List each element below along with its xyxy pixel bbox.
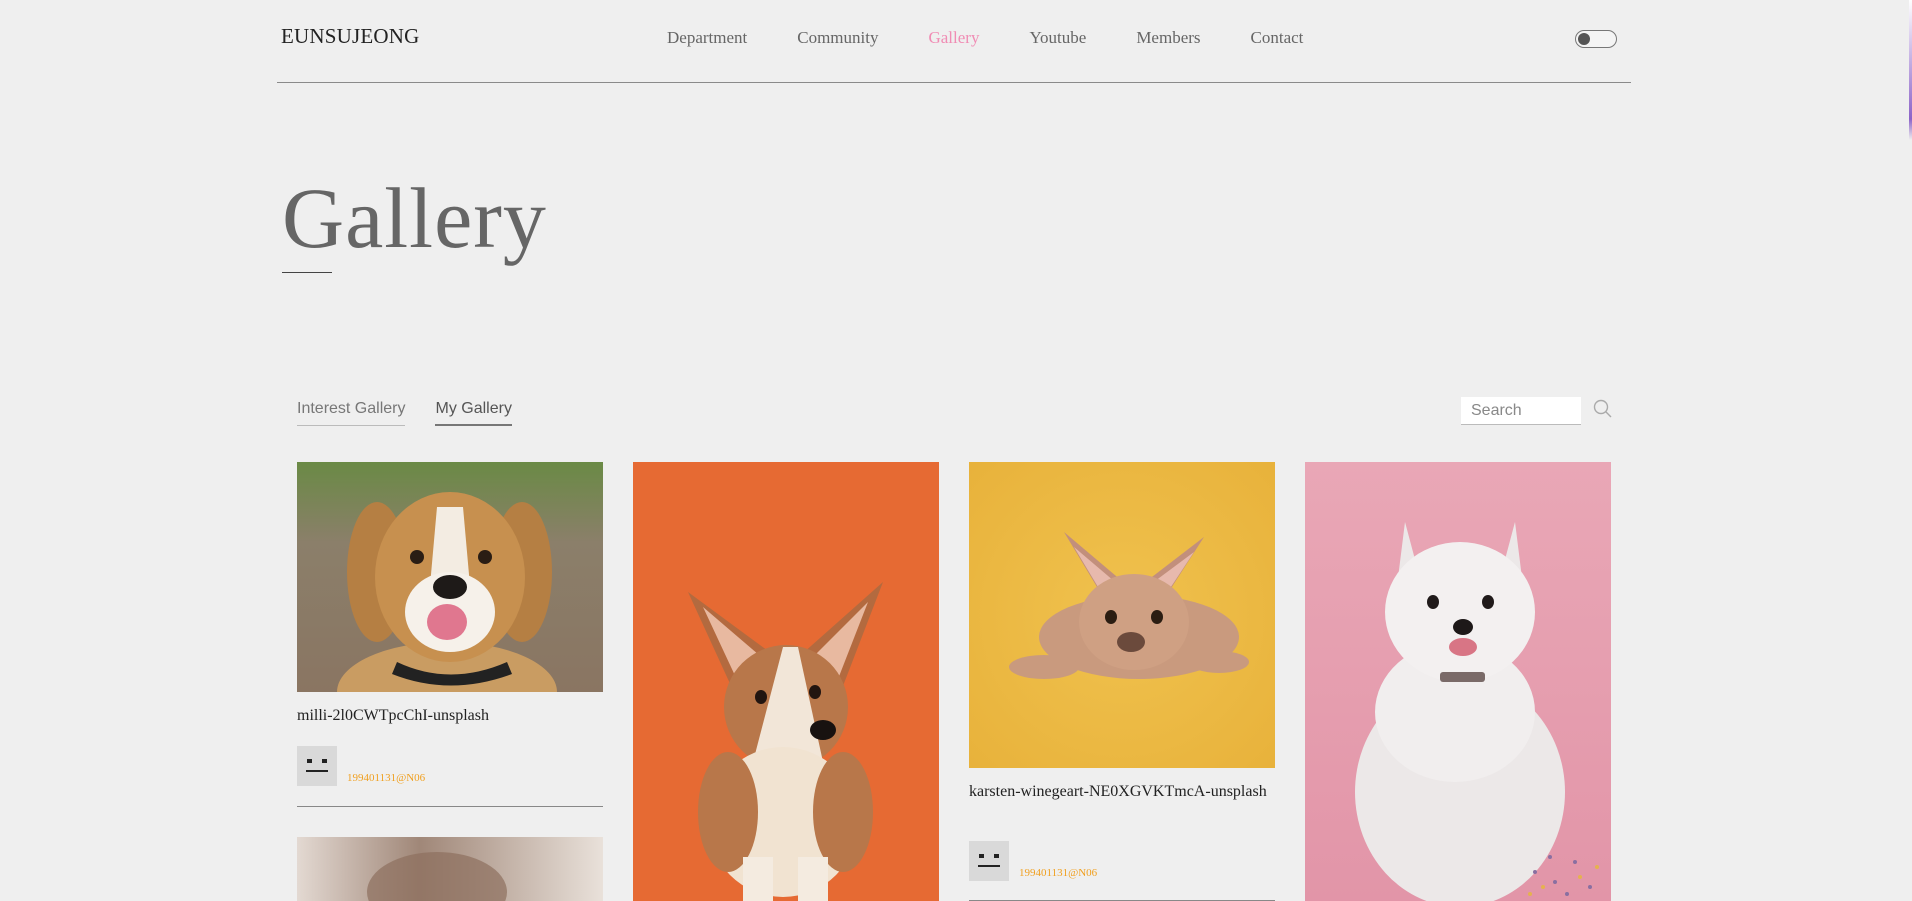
- site-header: EUNSUJEONG Department Community Gallery …: [277, 0, 1631, 83]
- avatar: [297, 746, 337, 786]
- nav-department[interactable]: Department: [667, 28, 747, 48]
- nav-community[interactable]: Community: [797, 28, 878, 48]
- toggle-knob: [1578, 33, 1590, 45]
- page-title: Gallery: [282, 170, 547, 266]
- nav-members[interactable]: Members: [1136, 28, 1200, 48]
- gallery-tabs: Interest Gallery My Gallery: [297, 400, 542, 426]
- nav-gallery[interactable]: Gallery: [928, 28, 979, 48]
- search-input[interactable]: [1461, 397, 1581, 425]
- gallery-photo[interactable]: [969, 462, 1275, 768]
- beagle-photo-icon: [297, 462, 603, 692]
- site-logo[interactable]: EUNSUJEONG: [281, 24, 420, 49]
- photo-owner: 199401131@N06: [347, 772, 426, 784]
- photo-owner: 199401131@N06: [1019, 867, 1098, 879]
- corgi-photo-icon: [633, 462, 939, 901]
- title-underline: [282, 272, 332, 273]
- photo-caption: milli-2l0CWTpcChI-unsplash: [297, 707, 489, 724]
- gallery-photo[interactable]: [297, 837, 603, 901]
- gallery-photo[interactable]: [297, 462, 603, 692]
- main-nav: Department Community Gallery Youtube Mem…: [667, 28, 1353, 48]
- avatar: [969, 841, 1009, 881]
- samoyed-photo-icon: [1305, 462, 1611, 901]
- gallery-photo[interactable]: [1305, 462, 1611, 901]
- theme-toggle[interactable]: [1575, 30, 1617, 48]
- bulldog-photo-icon: [969, 462, 1275, 768]
- gallery-photo[interactable]: [633, 462, 939, 901]
- tab-my-gallery[interactable]: My Gallery: [435, 400, 512, 426]
- avatar-face-icon: [306, 759, 328, 772]
- search-button[interactable]: [1593, 399, 1613, 419]
- blurred-photo-icon: [297, 837, 603, 901]
- card-divider: [297, 806, 603, 807]
- nav-youtube[interactable]: Youtube: [1029, 28, 1086, 48]
- photo-caption: karsten-winegeart-NE0XGVKTmcA-unsplash: [969, 783, 1267, 800]
- search-icon: [1593, 399, 1612, 418]
- avatar-face-icon: [978, 854, 1000, 867]
- nav-contact[interactable]: Contact: [1251, 28, 1304, 48]
- tab-interest-gallery[interactable]: Interest Gallery: [297, 400, 406, 426]
